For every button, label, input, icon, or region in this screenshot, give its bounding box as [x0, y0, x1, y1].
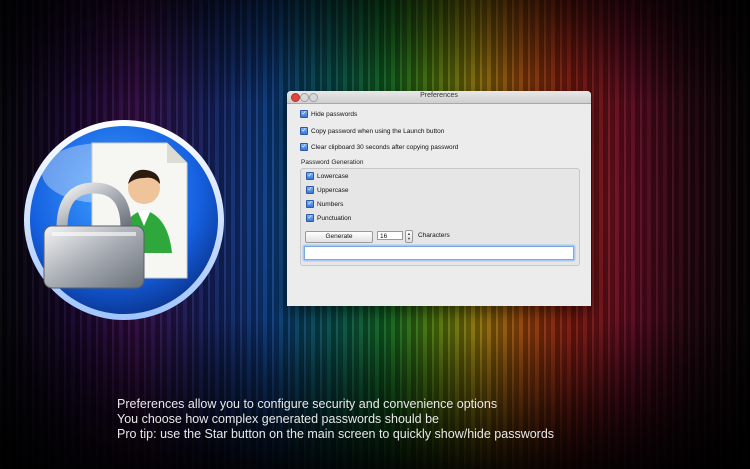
lowercase-option[interactable]: ✓ Lowercase: [306, 172, 348, 180]
caption-line-3: Pro tip: use the Star button on the main…: [117, 427, 555, 441]
chevron-down-icon[interactable]: ▼: [407, 236, 411, 241]
generate-button[interactable]: Generate: [305, 231, 373, 243]
generated-password-field[interactable]: [304, 246, 574, 260]
punctuation-option[interactable]: ✓ Punctuation: [306, 214, 351, 222]
characters-label: Characters: [418, 232, 450, 239]
lowercase-label: Lowercase: [317, 172, 349, 180]
copy-on-launch-checkbox[interactable]: ✓: [300, 127, 308, 135]
clear-clipboard-checkbox[interactable]: ✓: [300, 143, 308, 151]
hide-passwords-checkbox[interactable]: ✓: [300, 110, 308, 118]
caption-text: Preferences allow you to configure secur…: [117, 397, 554, 442]
clear-clipboard-label: Clear clipboard 30 seconds after copying…: [311, 143, 459, 151]
numbers-option[interactable]: ✓ Numbers: [306, 200, 343, 208]
app-icon: [24, 120, 224, 320]
punctuation-label: Punctuation: [317, 214, 352, 222]
window-title: Preferences: [420, 92, 458, 99]
password-generation-heading: Password Generation: [301, 159, 364, 166]
uppercase-option[interactable]: ✓ Uppercase: [306, 186, 348, 194]
copy-on-launch-option[interactable]: ✓ Copy password when using the Launch bu…: [300, 127, 444, 135]
uppercase-label: Uppercase: [317, 186, 349, 194]
length-field[interactable]: 16: [377, 231, 403, 240]
caption-line-1: Preferences allow you to configure secur…: [117, 397, 498, 411]
length-stepper[interactable]: ▲ ▼: [405, 230, 413, 243]
uppercase-checkbox[interactable]: ✓: [306, 186, 314, 194]
numbers-label: Numbers: [317, 200, 344, 208]
clear-clipboard-option[interactable]: ✓ Clear clipboard 30 seconds after copyi…: [300, 143, 458, 151]
caption-line-2: You choose how complex generated passwor…: [117, 412, 439, 426]
hide-passwords-label: Hide passwords: [311, 110, 358, 118]
hide-passwords-option[interactable]: ✓ Hide passwords: [300, 110, 357, 118]
punctuation-checkbox[interactable]: ✓: [306, 214, 314, 222]
numbers-checkbox[interactable]: ✓: [306, 200, 314, 208]
preferences-window: Preferences ✓ Hide passwords ✓ Copy pass…: [287, 91, 591, 306]
copy-on-launch-label: Copy password when using the Launch butt…: [311, 127, 445, 135]
title-bar: Preferences: [287, 91, 591, 104]
lowercase-checkbox[interactable]: ✓: [306, 172, 314, 180]
